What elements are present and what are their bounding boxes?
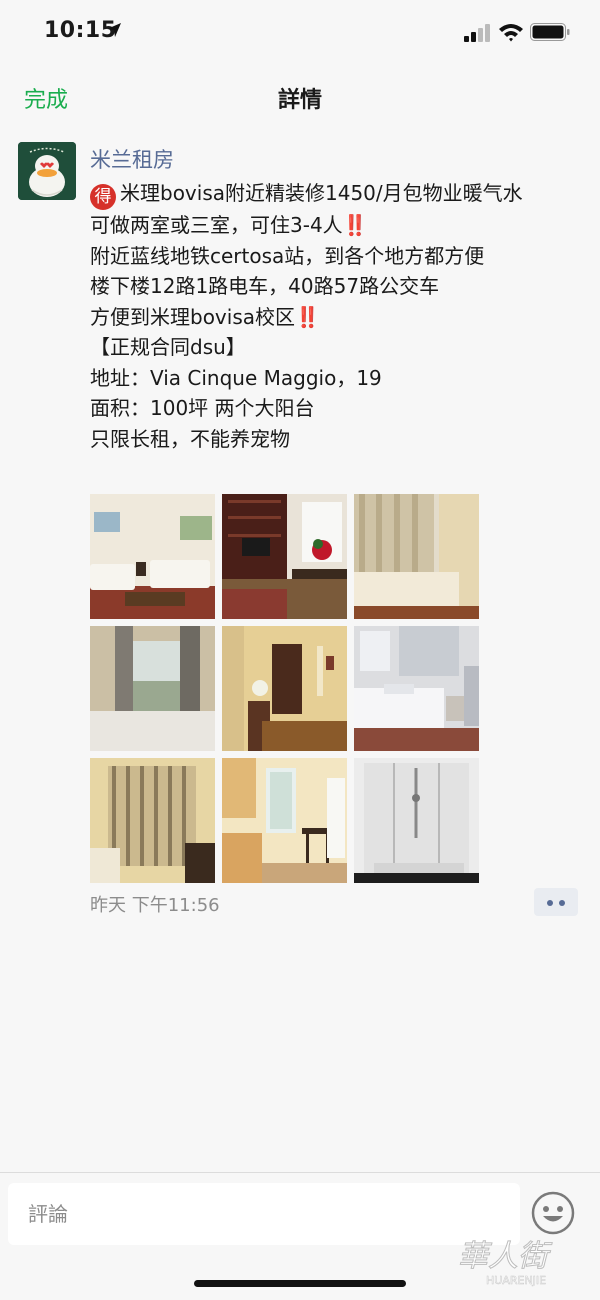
post-line-9: 只限长租，不能养宠物 — [90, 426, 290, 451]
page-title: 詳情 — [277, 88, 322, 113]
photo-bathroom[interactable] — [354, 626, 479, 751]
more-dot-icon — [559, 900, 565, 906]
photo-bedroom[interactable] — [354, 494, 479, 619]
photo-bedroom-window[interactable] — [90, 626, 215, 751]
photo-living-room[interactable] — [90, 494, 215, 619]
more-dot-icon — [547, 900, 553, 906]
more-actions-button[interactable] — [534, 888, 578, 916]
double-exclamation-icon: ‼️ — [295, 304, 320, 329]
de-badge-icon: 得 — [90, 184, 116, 210]
photo-grid — [90, 494, 480, 884]
moment-post: 米兰租房 得米理bovisa附近精装修1450/月包物业暖气水 可做两室或三室，… — [0, 128, 600, 1172]
post-line-7: 地址：Via Cinque Maggio，19 — [90, 365, 382, 390]
photo-dining-room[interactable] — [222, 494, 347, 619]
nav-bar: 完成 詳情 — [0, 64, 600, 128]
watermark-logo: 華人街 HUARENJIE — [458, 1239, 554, 1288]
post-text: 得米理bovisa附近精装修1450/月包物业暖气水 可做两室或三室，可住3-4… — [90, 178, 584, 454]
svg-text:HUARENJIE: HUARENJIE — [486, 1274, 546, 1287]
post-line-6: 【正规合同dsu】 — [90, 335, 246, 359]
battery-icon — [530, 23, 570, 41]
cellular-signal-icon — [464, 24, 490, 42]
post-line-2: 可做两室或三室，可住3-4人‼️ — [90, 213, 368, 237]
post-timestamp: 昨天 下午11:56 — [90, 895, 220, 916]
photo-kitchen[interactable] — [222, 758, 347, 883]
post-line-5: 方便到米理bovisa校区‼️ — [90, 304, 320, 329]
duck-mascot-icon — [18, 142, 76, 200]
emoji-icon[interactable] — [531, 1191, 575, 1235]
comment-input[interactable] — [8, 1183, 520, 1245]
status-bar: 10:15 — [0, 0, 600, 64]
photo-hallway[interactable] — [222, 626, 347, 751]
post-line-4: 楼下楼12路1路电车，40路57路公交车 — [90, 274, 440, 298]
location-arrow-icon — [107, 23, 121, 37]
home-indicator[interactable] — [194, 1280, 406, 1287]
svg-text:華人街: 華人街 — [458, 1239, 553, 1274]
author-name[interactable]: 米兰租房 — [90, 144, 174, 174]
post-line-1: 得米理bovisa附近精装修1450/月包物业暖气水 — [90, 178, 584, 210]
wifi-icon — [499, 24, 523, 42]
photo-shower[interactable] — [354, 758, 479, 883]
post-line-8: 面积：100坪 两个大阳台 — [90, 396, 315, 420]
double-exclamation-icon: ‼️ — [342, 213, 368, 237]
post-line-3: 附近蓝线地铁certosa站，到各个地方都方便 — [90, 243, 485, 268]
author-avatar[interactable] — [18, 142, 76, 200]
photo-bedroom-curtains[interactable] — [90, 758, 215, 883]
